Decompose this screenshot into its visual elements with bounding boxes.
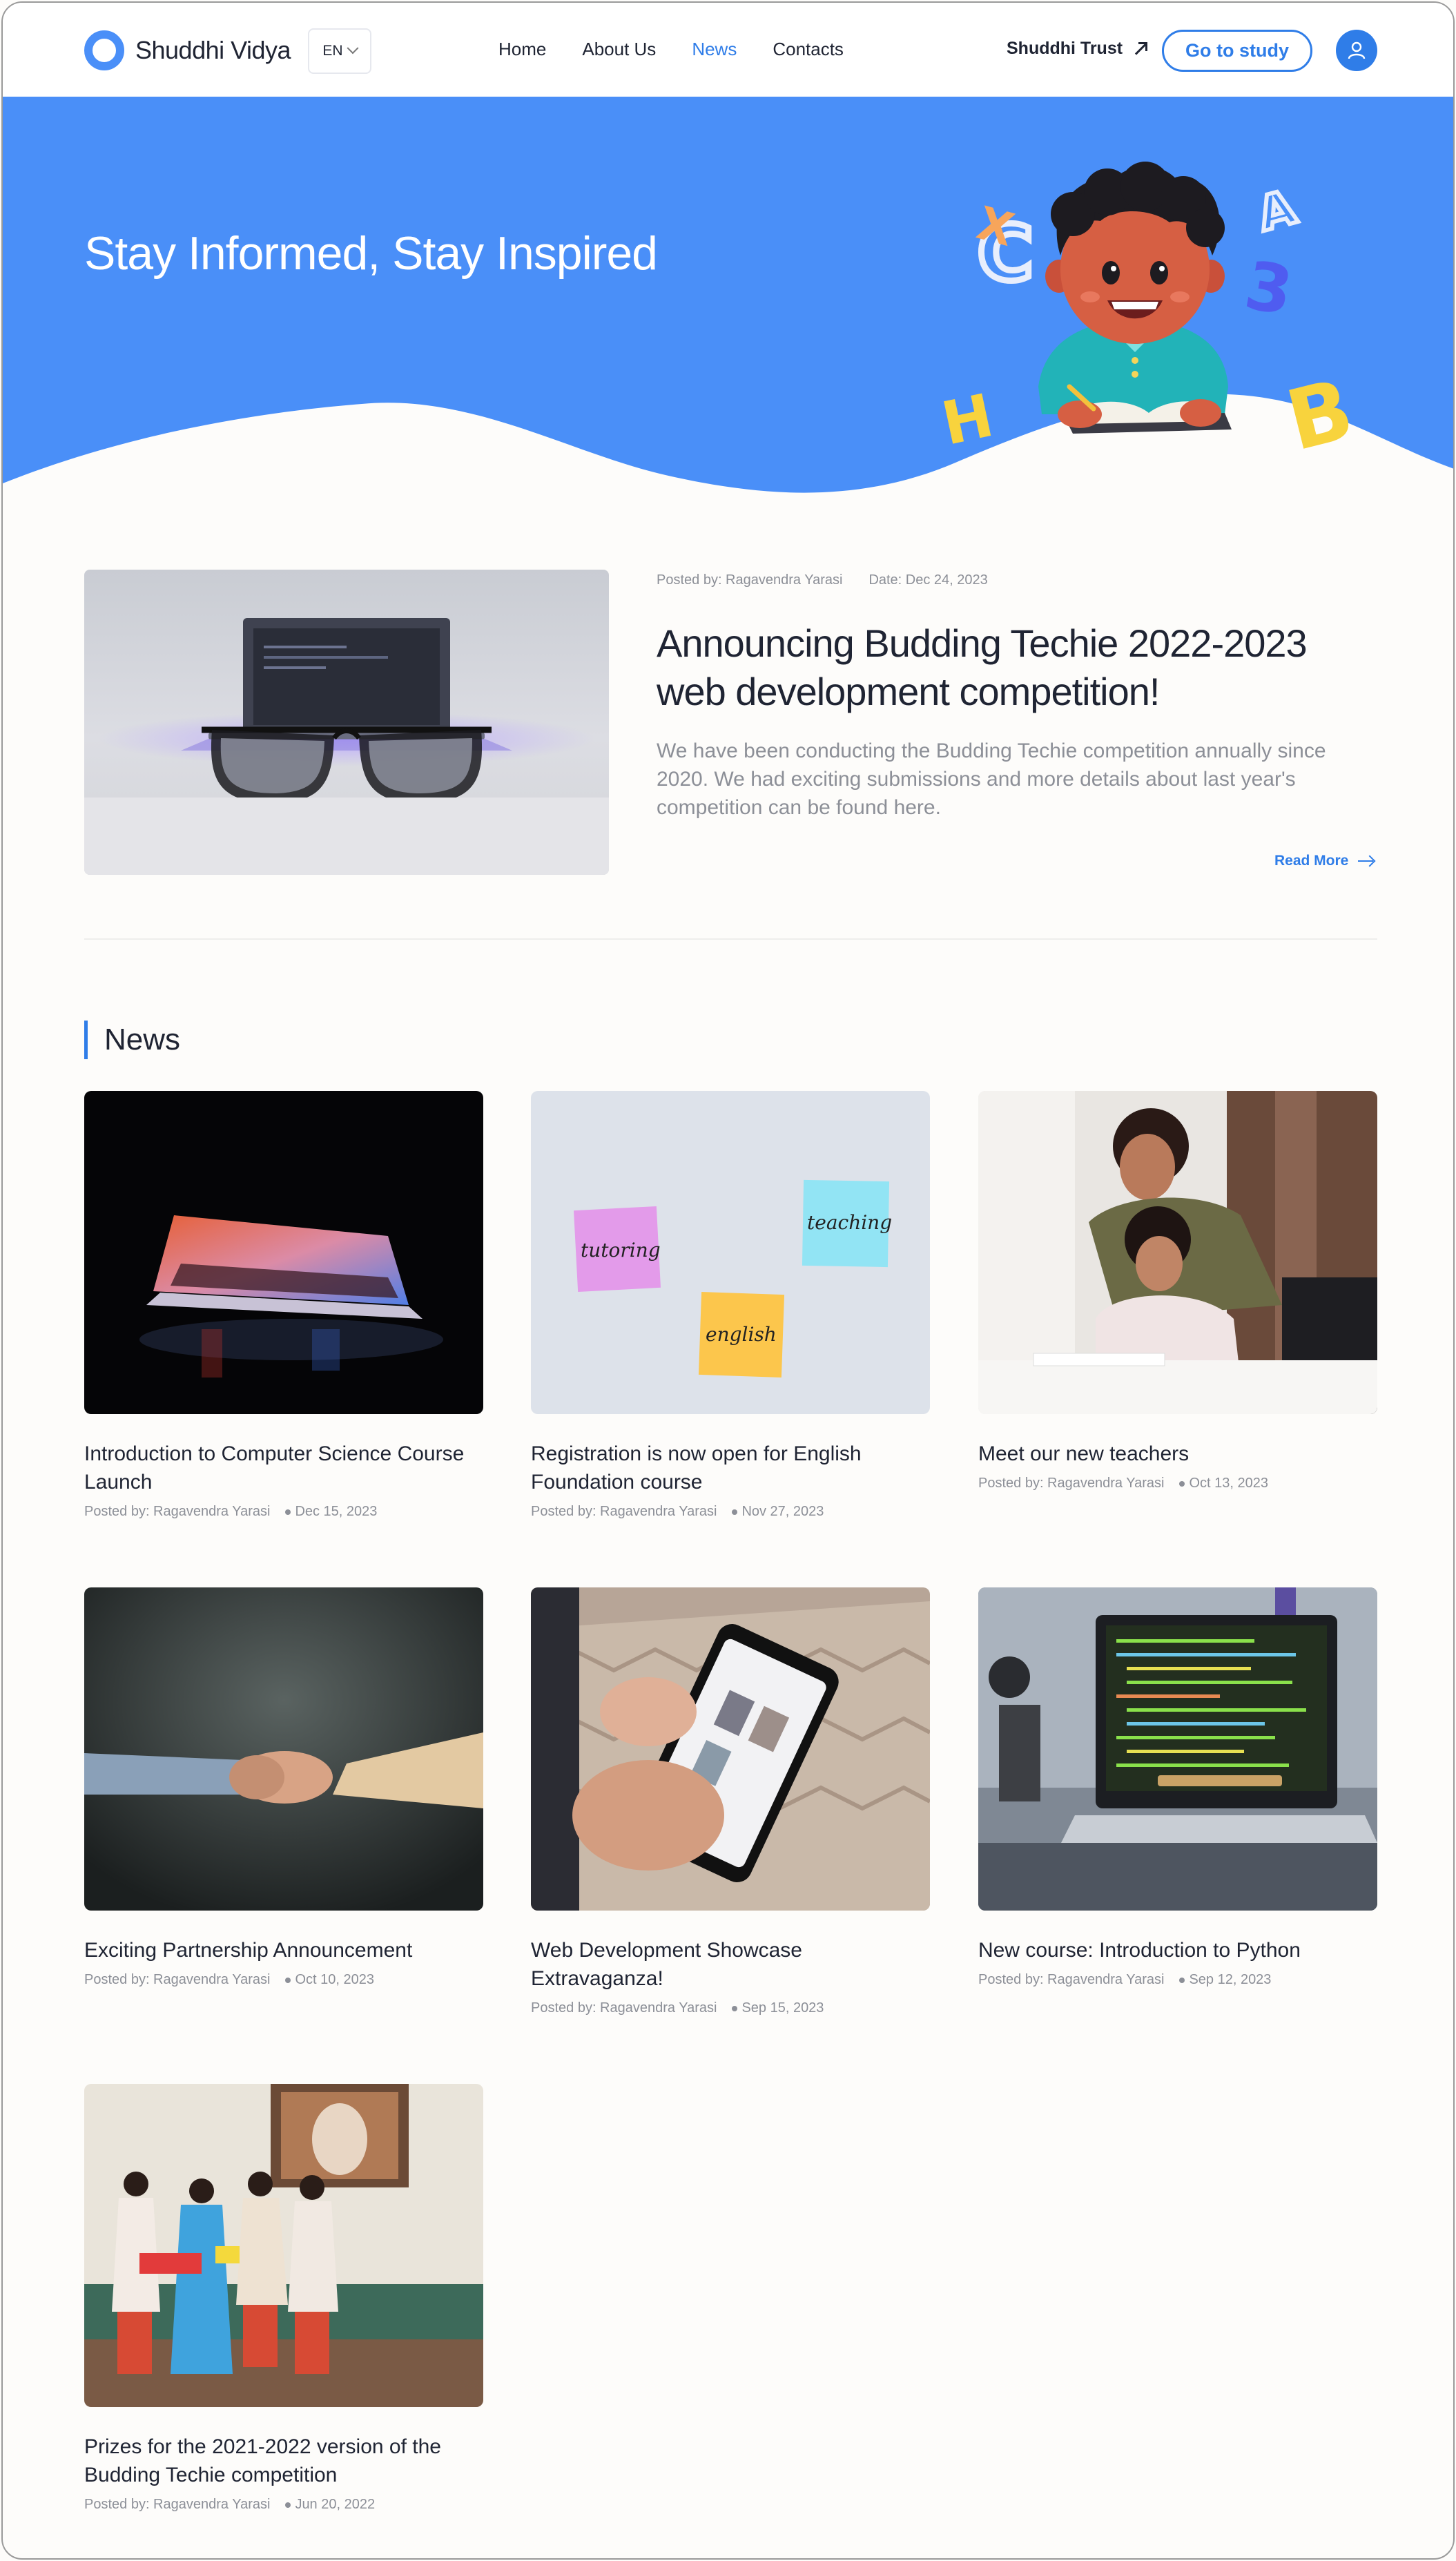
news-card-meta: Posted by: Ragavendra Yarasi Oct 13, 202…: [978, 1476, 1377, 1491]
handshake-photo: [84, 1587, 483, 1911]
prize-ceremony-photo: [84, 2084, 483, 2407]
read-more-link[interactable]: Read More: [1274, 853, 1375, 869]
trust-link-label: Shuddhi Trust: [1007, 39, 1123, 58]
note-teaching: teaching: [807, 1211, 892, 1234]
news-card[interactable]: Prizes for the 2021-2022 version of the …: [84, 2084, 483, 2513]
news-card-date: Nov 27, 2023: [741, 1504, 824, 1519]
news-card-author: Posted by: Ragavendra Yarasi: [84, 2497, 271, 2512]
news-card-author: Posted by: Ragavendra Yarasi: [84, 1972, 271, 1987]
logo[interactable]: Shuddhi Vidya: [84, 30, 291, 70]
chevron-down-icon: [347, 42, 359, 55]
news-card-image[interactable]: [978, 1091, 1377, 1414]
user-icon: [1348, 41, 1366, 59]
read-more-label: Read More: [1274, 853, 1349, 869]
bullet-dot: [285, 1977, 291, 1983]
nav-news[interactable]: News: [692, 39, 737, 60]
arrow-right-icon: [1358, 856, 1375, 867]
heading-accent-bar: [84, 1021, 88, 1059]
external-arrow-icon: [1132, 41, 1148, 56]
featured-description: We have been conducting the Budding Tech…: [657, 740, 1326, 819]
news-card-date: Dec 15, 2023: [295, 1504, 378, 1519]
language-label: EN: [322, 43, 343, 59]
bullet-dot: [1179, 1480, 1185, 1487]
news-card-image[interactable]: tutoring english teaching: [531, 1091, 930, 1414]
svg-text:H: H: [936, 381, 999, 459]
main-nav: Home About Us News Contacts: [498, 39, 880, 60]
glasses-laptop-photo: [84, 570, 609, 875]
page-frame: Shuddhi Vidya EN Home About Us News Cont…: [1, 1, 1455, 2560]
hero-banner: Stay Informed, Stay Inspired C H X A 3 B: [3, 97, 1453, 497]
section-divider: [84, 938, 1377, 940]
news-card[interactable]: Introduction to Computer Science Course …: [84, 1091, 483, 1520]
kid-illustration: C H X A 3 B: [936, 162, 1362, 470]
news-card-meta: Posted by: Ragavendra Yarasi Nov 27, 202…: [531, 1504, 930, 1520]
site-header: Shuddhi Vidya EN Home About Us News Cont…: [3, 3, 1453, 97]
hero-title: Stay Informed, Stay Inspired: [84, 227, 658, 280]
news-card[interactable]: Exciting Partnership Announcement Posted…: [84, 1587, 483, 1988]
laptop-dark-photo: [84, 1091, 483, 1414]
note-english: english: [706, 1323, 777, 1346]
news-card-image[interactable]: [531, 1587, 930, 1911]
featured-date: Date: Dec 24, 2023: [868, 572, 988, 588]
news-card-title[interactable]: Exciting Partnership Announcement: [84, 1936, 483, 1964]
news-card-date: Sep 15, 2023: [741, 2000, 824, 2016]
news-card-author: Posted by: Ragavendra Yarasi: [84, 1504, 271, 1519]
news-card[interactable]: Web Development Showcase Extravaganza! P…: [531, 1587, 930, 2016]
news-card-title[interactable]: Meet our new teachers: [978, 1440, 1377, 1468]
user-account-button[interactable]: [1336, 30, 1377, 71]
shuddhi-trust-link[interactable]: Shuddhi Trust: [1007, 39, 1148, 59]
news-card-author: Posted by: Ragavendra Yarasi: [531, 2000, 717, 2016]
news-heading-text: News: [104, 1023, 181, 1056]
news-card-date: Sep 12, 2023: [1189, 1972, 1272, 1987]
logo-ring-icon: [84, 30, 124, 70]
brand-name: Shuddhi Vidya: [135, 36, 291, 64]
news-card-meta: Posted by: Ragavendra Yarasi Oct 10, 202…: [84, 1972, 483, 1988]
featured-meta: Posted by: Ragavendra Yarasi Date: Dec 2…: [657, 572, 988, 588]
news-card-title[interactable]: Web Development Showcase Extravaganza!: [531, 1936, 930, 1993]
featured-author: Posted by: Ragavendra Yarasi: [657, 572, 843, 588]
news-card-meta: Posted by: Ragavendra Yarasi Jun 20, 202…: [84, 2497, 483, 2513]
featured-image[interactable]: [84, 570, 609, 875]
news-card-image[interactable]: [84, 1587, 483, 1911]
news-card-meta: Posted by: Ragavendra Yarasi Sep 12, 202…: [978, 1972, 1377, 1988]
news-card-date: Oct 10, 2023: [295, 1972, 374, 1987]
phone-shopping-photo: [531, 1587, 930, 1911]
svg-text:3: 3: [1239, 247, 1298, 331]
news-card-author: Posted by: Ragavendra Yarasi: [531, 1504, 717, 1519]
news-card-image[interactable]: [84, 2084, 483, 2407]
nav-about-us[interactable]: About Us: [582, 39, 656, 60]
bullet-dot: [1179, 1977, 1185, 1983]
news-card-date: Oct 13, 2023: [1189, 1476, 1268, 1491]
featured-title[interactable]: Announcing Budding Techie 2022-2023 web …: [657, 619, 1375, 716]
news-card-date: Jun 20, 2022: [295, 2497, 376, 2512]
bullet-dot: [732, 1509, 738, 1515]
code-laptop-photo: [978, 1587, 1377, 1911]
bullet-dot: [285, 1509, 291, 1515]
language-selector[interactable]: EN: [308, 28, 371, 74]
news-card-meta: Posted by: Ragavendra Yarasi Dec 15, 202…: [84, 1504, 483, 1520]
news-card-title[interactable]: Prizes for the 2021-2022 version of the …: [84, 2433, 483, 2489]
sticky-notes-photo: tutoring english teaching: [531, 1091, 930, 1414]
teacher-student-photo: [978, 1091, 1377, 1414]
nav-contacts[interactable]: Contacts: [773, 39, 844, 60]
news-card-title[interactable]: New course: Introduction to Python: [978, 1936, 1377, 1964]
news-card[interactable]: New course: Introduction to Python Poste…: [978, 1587, 1377, 1988]
news-card[interactable]: tutoring english teaching Registration i…: [531, 1091, 930, 1520]
svg-text:B: B: [1278, 362, 1362, 470]
go-to-study-button[interactable]: Go to study: [1162, 30, 1312, 72]
news-card-meta: Posted by: Ragavendra Yarasi Sep 15, 202…: [531, 2000, 930, 2016]
note-tutoring: tutoring: [581, 1239, 661, 1262]
news-card-image[interactable]: [84, 1091, 483, 1414]
news-card-author: Posted by: Ragavendra Yarasi: [978, 1972, 1165, 1987]
news-card[interactable]: Meet our new teachers Posted by: Ragaven…: [978, 1091, 1377, 1491]
news-card-image[interactable]: [978, 1587, 1377, 1911]
news-card-title[interactable]: Registration is now open for English Fou…: [531, 1440, 930, 1496]
news-card-title[interactable]: Introduction to Computer Science Course …: [84, 1440, 483, 1496]
bullet-dot: [732, 2005, 738, 2011]
news-card-author: Posted by: Ragavendra Yarasi: [978, 1476, 1165, 1491]
svg-text:A: A: [1252, 180, 1302, 242]
bullet-dot: [285, 2502, 291, 2508]
nav-home[interactable]: Home: [498, 39, 546, 60]
news-heading: News: [84, 1021, 180, 1059]
